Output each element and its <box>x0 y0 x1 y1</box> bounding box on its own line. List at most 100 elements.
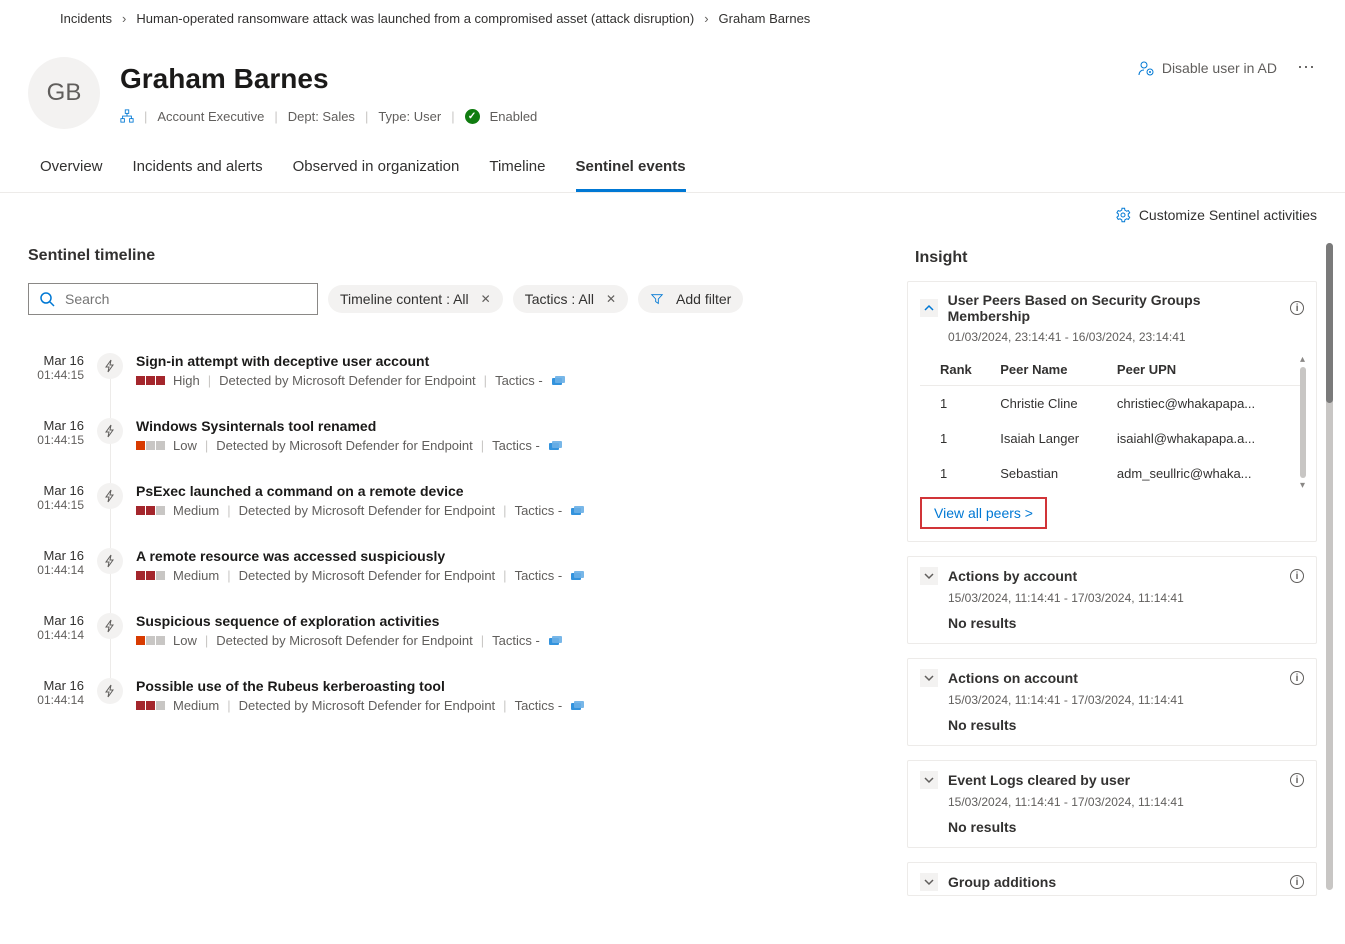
detection-source: Detected by Microsoft Defender for Endpo… <box>239 503 496 518</box>
search-input[interactable] <box>28 283 318 315</box>
breadcrumb-item[interactable]: Graham Barnes <box>719 11 811 26</box>
more-button[interactable]: ⋯ <box>1297 57 1317 78</box>
timeline-event-title[interactable]: Windows Sysinternals tool renamed <box>136 418 887 434</box>
tab-incidents-alerts[interactable]: Incidents and alerts <box>133 144 263 192</box>
timeline-item: Mar 1601:44:14 Possible use of the Rubeu… <box>28 670 887 735</box>
detection-source: Detected by Microsoft Defender for Endpo… <box>239 568 496 583</box>
user-dept: Dept: Sales <box>288 109 355 124</box>
tab-overview[interactable]: Overview <box>40 144 103 192</box>
lightning-icon <box>97 483 123 509</box>
table-row[interactable]: 1 Isaiah Langer isaiahl@whakapapa.a... <box>920 421 1304 456</box>
severity-indicator <box>136 571 165 580</box>
add-filter-label: Add filter <box>676 291 731 307</box>
insight-title: Insight <box>907 237 1317 281</box>
chevron-down-icon: ▾ <box>1300 480 1306 491</box>
insight-panel: Event Logs cleared by user i 15/03/2024,… <box>907 760 1317 848</box>
user-type: Type: User <box>378 109 441 124</box>
timeline-timestamp: Mar 1601:44:15 <box>28 483 84 518</box>
detection-source: Detected by Microsoft Defender for Endpo… <box>219 373 476 388</box>
timeline-timestamp: Mar 1601:44:15 <box>28 418 84 453</box>
panel-title: User Peers Based on Security Groups Memb… <box>948 292 1281 324</box>
panel-header[interactable]: Actions on account i <box>908 659 1316 691</box>
search-field[interactable] <box>63 290 307 308</box>
info-icon[interactable]: i <box>1290 301 1304 315</box>
filter-timeline-content[interactable]: Timeline content : All ✕ <box>328 285 503 313</box>
chevron-right-icon: › <box>704 11 708 26</box>
severity-indicator <box>136 636 165 645</box>
disable-user-button[interactable]: Disable user in AD <box>1138 60 1277 76</box>
chevron-down-icon <box>920 771 938 789</box>
tactics-label: Tactics - <box>515 568 563 583</box>
disable-user-label: Disable user in AD <box>1162 60 1277 76</box>
severity-label: High <box>173 373 200 388</box>
breadcrumb-item[interactable]: Incidents <box>60 11 112 26</box>
panel-title: Actions by account <box>948 568 1077 584</box>
insight-panel: Actions on account i 15/03/2024, 11:14:4… <box>907 658 1317 746</box>
filter-tactics[interactable]: Tactics : All ✕ <box>513 285 628 313</box>
severity-label: Low <box>173 438 197 453</box>
close-icon[interactable]: ✕ <box>606 292 616 306</box>
timeline-event-title[interactable]: Suspicious sequence of exploration activ… <box>136 613 887 629</box>
user-cog-icon <box>1138 60 1154 76</box>
tactics-label: Tactics - <box>492 438 540 453</box>
user-status: Enabled <box>490 109 538 124</box>
severity-indicator <box>136 441 165 450</box>
info-icon[interactable]: i <box>1290 875 1304 889</box>
timeline-item: Mar 1601:44:14 A remote resource was acc… <box>28 540 887 605</box>
tab-timeline[interactable]: Timeline <box>489 144 545 192</box>
no-results-label: No results <box>920 819 1304 835</box>
timeline-list: Mar 1601:44:15 Sign-in attempt with dece… <box>28 345 887 735</box>
panel-title: Event Logs cleared by user <box>948 772 1130 788</box>
panel-header[interactable]: User Peers Based on Security Groups Memb… <box>908 282 1316 328</box>
severity-label: Medium <box>173 568 219 583</box>
customize-activities-button[interactable]: Customize Sentinel activities <box>1139 207 1317 223</box>
panel-header[interactable]: Event Logs cleared by user i <box>908 761 1316 793</box>
insight-panel-peers: User Peers Based on Security Groups Memb… <box>907 281 1317 542</box>
detection-source: Detected by Microsoft Defender for Endpo… <box>216 633 473 648</box>
tab-observed[interactable]: Observed in organization <box>293 144 460 192</box>
peers-table: Rank Peer Name Peer UPN 1 Christie Cline… <box>920 354 1304 491</box>
view-all-peers-link[interactable]: View all peers > <box>920 497 1047 529</box>
tactic-icon <box>551 375 567 387</box>
funnel-icon <box>650 292 664 306</box>
table-header: Peer UPN <box>1111 354 1304 386</box>
insight-panel: Group additions i <box>907 862 1317 896</box>
info-icon[interactable]: i <box>1290 569 1304 583</box>
scrollbar[interactable] <box>1326 243 1333 890</box>
chevron-down-icon <box>920 669 938 687</box>
timeline-item: Mar 1601:44:15 Windows Sysinternals tool… <box>28 410 887 475</box>
timeline-item: Mar 1601:44:14 Suspicious sequence of ex… <box>28 605 887 670</box>
table-row[interactable]: 1 Sebastian adm_seullric@whaka... <box>920 456 1304 491</box>
timeline-item: Mar 1601:44:15 Sign-in attempt with dece… <box>28 345 887 410</box>
scrollbar[interactable]: ▴ ▾ <box>1300 354 1306 491</box>
panel-title: Actions on account <box>948 670 1078 686</box>
info-icon[interactable]: i <box>1290 671 1304 685</box>
timeline-event-title[interactable]: A remote resource was accessed suspiciou… <box>136 548 887 564</box>
tactics-label: Tactics - <box>495 373 543 388</box>
timeline-event-title[interactable]: Sign-in attempt with deceptive user acco… <box>136 353 887 369</box>
no-results-label: No results <box>920 615 1304 631</box>
table-row[interactable]: 1 Christie Cline christiec@whakapapa... <box>920 386 1304 422</box>
timeline-timestamp: Mar 1601:44:14 <box>28 613 84 648</box>
chevron-right-icon: › <box>122 11 126 26</box>
timeline-timestamp: Mar 1601:44:15 <box>28 353 84 388</box>
info-icon[interactable]: i <box>1290 773 1304 787</box>
panel-header[interactable]: Group additions i <box>908 863 1316 895</box>
detection-source: Detected by Microsoft Defender for Endpo… <box>216 438 473 453</box>
breadcrumb-item[interactable]: Human-operated ransomware attack was lau… <box>136 11 694 26</box>
panel-header[interactable]: Actions by account i <box>908 557 1316 589</box>
severity-label: Medium <box>173 503 219 518</box>
panel-date-range: 01/03/2024, 23:14:41 - 16/03/2024, 23:14… <box>908 328 1316 354</box>
lightning-icon <box>97 353 123 379</box>
severity-indicator <box>136 376 165 385</box>
add-filter-button[interactable]: Add filter <box>638 285 743 313</box>
timeline-event-title[interactable]: PsExec launched a command on a remote de… <box>136 483 887 499</box>
lightning-icon <box>97 613 123 639</box>
timeline-event-title[interactable]: Possible use of the Rubeus kerberoasting… <box>136 678 887 694</box>
gear-icon <box>1115 207 1131 223</box>
org-chart-icon <box>120 109 134 123</box>
insight-panel: Actions by account i 15/03/2024, 11:14:4… <box>907 556 1317 644</box>
tab-sentinel-events[interactable]: Sentinel events <box>576 144 686 192</box>
close-icon[interactable]: ✕ <box>481 292 491 306</box>
tactics-label: Tactics - <box>515 503 563 518</box>
